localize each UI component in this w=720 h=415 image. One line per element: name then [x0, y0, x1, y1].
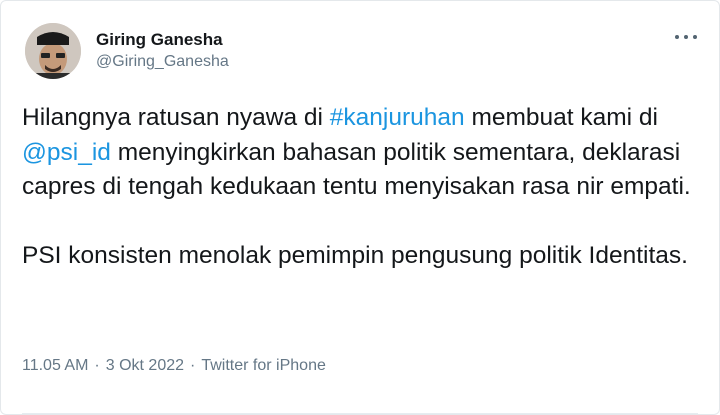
more-dot	[675, 35, 679, 39]
tweet-text: Hilangnya ratusan nyawa di #kanjuruhan m…	[22, 101, 702, 273]
avatar[interactable]	[25, 23, 81, 79]
avatar-image	[25, 23, 81, 79]
author-name[interactable]: Giring Ganesha	[96, 30, 223, 50]
mention-link[interactable]: @psi_id	[22, 139, 111, 166]
tweet-paragraph-2: PSI konsisten menolak pemimpin pengusung…	[22, 241, 688, 269]
tweet-card: Giring Ganesha @Giring_Ganesha Hilangnya…	[0, 0, 720, 415]
more-dot	[693, 35, 697, 39]
tweet-source[interactable]: Twitter for iPhone	[201, 357, 326, 374]
author-handle[interactable]: @Giring_Ganesha	[96, 53, 229, 71]
more-dot	[684, 35, 688, 39]
tweet-date[interactable]: 3 Okt 2022	[106, 357, 184, 374]
meta-separator: ·	[190, 357, 196, 374]
tweet-meta: 11.05 AM · 3 Okt 2022 · Twitter for iPhone	[22, 357, 326, 375]
more-icon[interactable]	[675, 29, 697, 45]
hashtag-link[interactable]: #kanjuruhan	[330, 104, 465, 131]
tweet-time[interactable]: 11.05 AM	[22, 357, 88, 374]
divider	[22, 413, 698, 414]
text-segment: Hilangnya ratusan nyawa di	[22, 104, 330, 131]
text-segment: membuat kami di	[464, 104, 659, 131]
text-segment: menyingkirkan bahasan politik sementara,…	[22, 138, 691, 201]
tweet-paragraph-1: Hilangnya ratusan nyawa di #kanjuruhan m…	[22, 101, 702, 205]
meta-separator: ·	[94, 357, 100, 374]
